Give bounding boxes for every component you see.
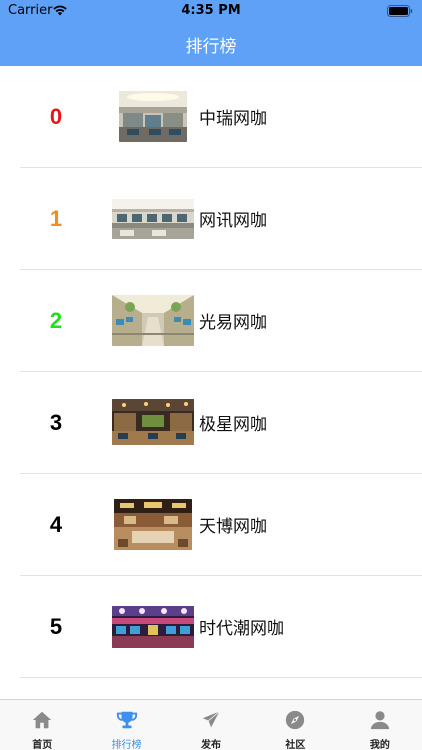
rank-number: 5 xyxy=(49,613,63,639)
cafe-name: 极星网咖 xyxy=(199,415,267,435)
home-icon xyxy=(31,709,53,731)
cafe-photo xyxy=(112,606,194,648)
cafe-photo xyxy=(112,199,194,239)
cafe-name: 网讯网咖 xyxy=(199,211,267,231)
tab-label: 排行榜 xyxy=(111,740,142,750)
tab-label: 我的 xyxy=(369,740,390,750)
rank-number: 1 xyxy=(49,205,63,231)
tab-label: 发布 xyxy=(201,740,222,750)
page-title: 排行榜 xyxy=(185,36,237,57)
tab-mine[interactable]: 我的 xyxy=(338,700,422,750)
ranking-row-2[interactable]: 2 光易网咖 xyxy=(0,270,422,372)
tab-home[interactable]: 首页 xyxy=(0,700,84,750)
cafe-name: 中瑞网咖 xyxy=(199,109,267,129)
send-icon xyxy=(200,709,222,731)
ranking-row-5[interactable]: 5 时代潮网咖 xyxy=(0,576,422,678)
cafe-photo xyxy=(119,91,187,142)
tab-label: 首页 xyxy=(32,740,53,750)
rank-number: 0 xyxy=(49,103,63,129)
status-bar: Carrier 4:35 PM xyxy=(0,0,422,22)
ranking-row-3[interactable]: 3 极星网咖 xyxy=(0,372,422,474)
tab-bar: 首页 排行榜 发布 社区 我的 xyxy=(0,699,422,750)
tab-label: 社区 xyxy=(285,740,306,750)
tab-community[interactable]: 社区 xyxy=(253,700,337,750)
cafe-photo xyxy=(114,499,192,550)
rank-number: 4 xyxy=(49,511,63,537)
compass-icon xyxy=(284,709,306,731)
cafe-name: 光易网咖 xyxy=(199,313,267,333)
cafe-name: 天博网咖 xyxy=(199,517,267,537)
status-time: 4:35 PM xyxy=(181,3,241,18)
ranking-list: 0 中瑞网咖 1 网讯网咖 2 光易网咖 3 极星网咖 4 天博网咖 5 时代潮… xyxy=(0,66,422,678)
nav-bar: 排行榜 xyxy=(0,22,422,66)
tab-publish[interactable]: 发布 xyxy=(169,700,253,750)
ranking-row-1[interactable]: 1 网讯网咖 xyxy=(0,168,422,270)
trophy-icon xyxy=(116,709,138,731)
battery-icon xyxy=(387,5,413,21)
user-icon xyxy=(369,709,391,731)
tab-ranking[interactable]: 排行榜 xyxy=(84,700,168,750)
rank-number: 3 xyxy=(49,409,63,435)
cafe-photo xyxy=(112,295,194,346)
cafe-name: 时代潮网咖 xyxy=(199,619,284,639)
ranking-row-4[interactable]: 4 天博网咖 xyxy=(0,474,422,576)
ranking-row-0[interactable]: 0 中瑞网咖 xyxy=(0,66,422,168)
rank-number: 2 xyxy=(49,307,63,333)
cafe-photo xyxy=(112,399,194,445)
